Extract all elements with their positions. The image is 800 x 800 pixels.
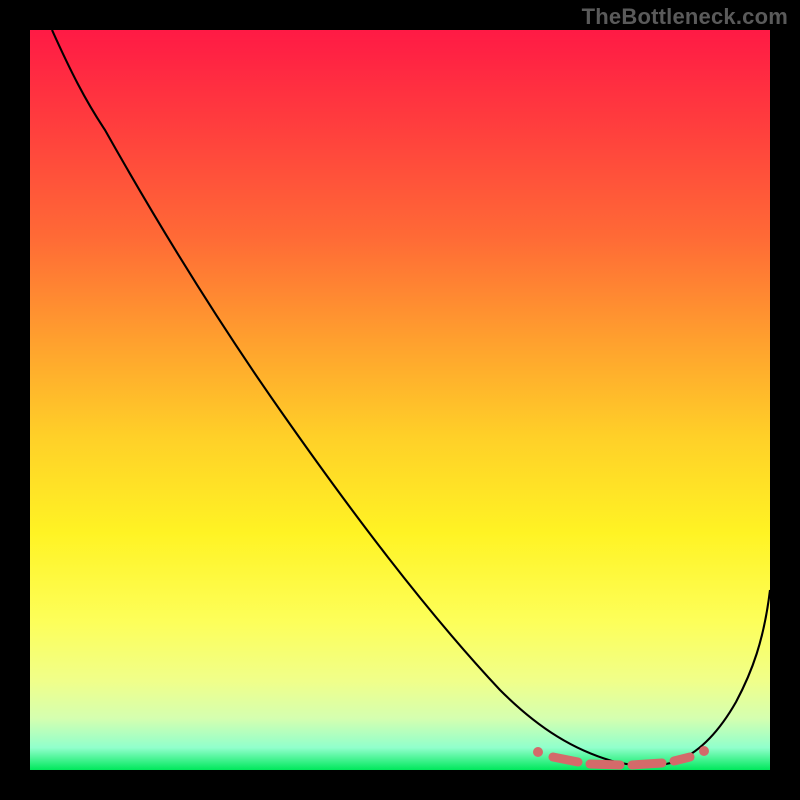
- watermark-text: TheBottleneck.com: [582, 4, 788, 30]
- curve-svg: [30, 30, 770, 770]
- bottleneck-curve: [52, 30, 770, 766]
- plot-area: [30, 30, 770, 770]
- floor-segment-3: [632, 763, 662, 765]
- floor-segment-4: [674, 757, 690, 761]
- floor-dot-right-outer: [699, 746, 709, 756]
- floor-segment-1: [553, 757, 578, 762]
- floor-segment-2: [590, 764, 620, 765]
- floor-dot-left-outer: [533, 747, 543, 757]
- chart-frame: TheBottleneck.com: [0, 0, 800, 800]
